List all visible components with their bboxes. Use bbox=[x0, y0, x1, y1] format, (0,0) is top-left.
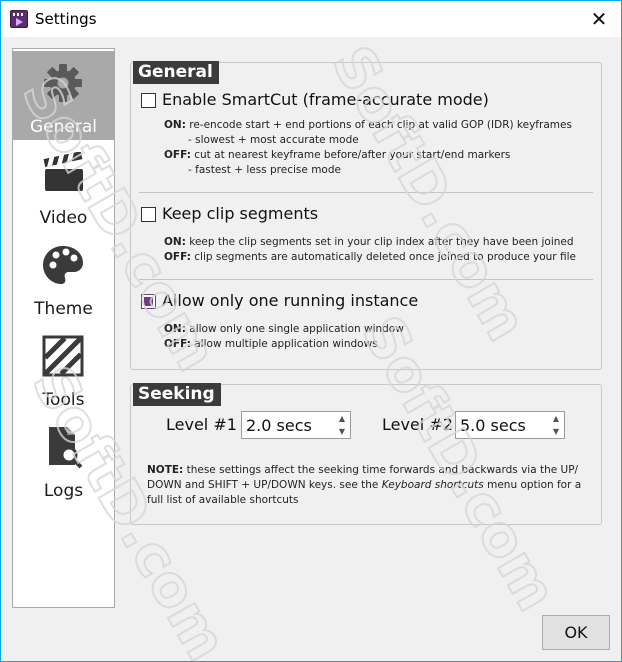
note-text-2: DOWN and SHIFT + UP/DOWN keys. see the bbox=[147, 479, 379, 491]
keep-segments-description: ON: keep the clip segments set in your c… bbox=[164, 235, 576, 265]
palette-icon bbox=[43, 246, 83, 284]
app-logo-icon bbox=[10, 10, 28, 28]
tools-icon bbox=[42, 335, 84, 377]
single-instance-off-key: OFF: bbox=[164, 338, 191, 350]
general-group: General Enable SmartCut (frame-accurate … bbox=[130, 61, 602, 370]
divider bbox=[139, 192, 593, 193]
settings-sidebar: General Video Theme Tools Logs bbox=[12, 48, 115, 608]
keep-segments-off-text: clip segments are automatically deleted … bbox=[194, 251, 576, 263]
keep-segments-label: Keep clip segments bbox=[162, 204, 319, 223]
log-search-icon bbox=[49, 427, 83, 469]
sidebar-item-logs[interactable]: Logs bbox=[13, 415, 114, 504]
level2-input[interactable] bbox=[456, 412, 548, 438]
note-shortcuts-ref: Keyboard shortcuts bbox=[381, 479, 484, 491]
keep-segments-checkbox-box[interactable] bbox=[141, 207, 156, 222]
smartcut-description: ON: re-encode start + end portions of ea… bbox=[164, 118, 572, 178]
sidebar-item-tools[interactable]: Tools bbox=[13, 324, 114, 413]
single-instance-on-text: allow only one single application window bbox=[189, 323, 404, 335]
level2-decrement-arrow-icon[interactable]: ▼ bbox=[548, 425, 564, 438]
smartcut-off-sub: - fastest + less precise mode bbox=[188, 164, 341, 176]
gear-icon bbox=[44, 64, 82, 102]
single-instance-on-key: ON: bbox=[164, 323, 186, 335]
ok-button[interactable]: OK bbox=[542, 615, 610, 650]
seeking-group: Seeking Level #1 ▲ ▼ Level #2 ▲ ▼ NOTE: … bbox=[130, 383, 602, 525]
divider bbox=[139, 279, 593, 280]
level2-label: Level #2 bbox=[382, 415, 453, 434]
level1-input[interactable] bbox=[242, 412, 334, 438]
smartcut-on-sub: - slowest + most accurate mode bbox=[188, 134, 359, 146]
close-button[interactable]: ✕ bbox=[587, 7, 611, 31]
smartcut-label: Enable SmartCut (frame-accurate mode) bbox=[162, 90, 489, 109]
note-text-3: menu option for a bbox=[487, 479, 582, 491]
level1-increment-arrow-icon[interactable]: ▲ bbox=[334, 412, 350, 425]
smartcut-off-key: OFF: bbox=[164, 149, 191, 161]
single-instance-off-text: allow multiple application windows bbox=[194, 338, 378, 350]
keep-segments-off-key: OFF: bbox=[164, 251, 191, 263]
level1-spinbox[interactable]: ▲ ▼ bbox=[241, 411, 351, 439]
settings-window: Settings ✕ General Video Theme Tools Log… bbox=[1, 1, 621, 661]
single-instance-description: ON: allow only one single application wi… bbox=[164, 322, 404, 352]
clapperboard-icon bbox=[43, 152, 83, 191]
keep-segments-checkbox[interactable]: Keep clip segments bbox=[139, 204, 339, 226]
single-instance-checkbox-box[interactable] bbox=[141, 294, 156, 309]
single-instance-checkbox[interactable]: Allow only one running instance bbox=[139, 291, 439, 313]
sidebar-item-label: Tools bbox=[42, 390, 85, 410]
sidebar-item-theme[interactable]: Theme bbox=[13, 233, 114, 322]
keep-segments-on-text: keep the clip segments set in your clip … bbox=[189, 236, 574, 248]
sidebar-item-video[interactable]: Video bbox=[13, 142, 114, 231]
sidebar-item-label: Video bbox=[39, 208, 88, 228]
level2-increment-arrow-icon[interactable]: ▲ bbox=[548, 412, 564, 425]
smartcut-on-text: re-encode start + end portions of each c… bbox=[189, 119, 572, 131]
seeking-group-title: Seeking bbox=[133, 383, 221, 406]
title-bar: Settings ✕ bbox=[1, 1, 621, 37]
smartcut-off-text: cut at nearest keyframe before/after you… bbox=[194, 149, 511, 161]
sidebar-item-label: Theme bbox=[34, 299, 93, 319]
level1-decrement-arrow-icon[interactable]: ▼ bbox=[334, 425, 350, 438]
single-instance-label: Allow only one running instance bbox=[162, 291, 419, 310]
smartcut-on-key: ON: bbox=[164, 119, 186, 131]
sidebar-item-general[interactable]: General bbox=[13, 51, 114, 140]
general-group-title: General bbox=[133, 61, 219, 84]
note-text-1: these settings affect the seeking time f… bbox=[186, 464, 579, 476]
level2-spinbox[interactable]: ▲ ▼ bbox=[455, 411, 565, 439]
seeking-note: NOTE: these settings affect the seeking … bbox=[147, 463, 587, 508]
smartcut-checkbox[interactable]: Enable SmartCut (frame-accurate mode) bbox=[139, 90, 499, 112]
smartcut-checkbox-box[interactable] bbox=[141, 93, 156, 108]
note-text-4: full list of available shortcuts bbox=[147, 494, 299, 506]
level1-label: Level #1 bbox=[166, 415, 237, 434]
sidebar-item-label: Logs bbox=[43, 481, 84, 501]
window-title: Settings bbox=[35, 10, 97, 28]
keep-segments-on-key: ON: bbox=[164, 236, 186, 248]
note-key: NOTE: bbox=[147, 464, 184, 476]
sidebar-item-label: General bbox=[30, 117, 97, 137]
